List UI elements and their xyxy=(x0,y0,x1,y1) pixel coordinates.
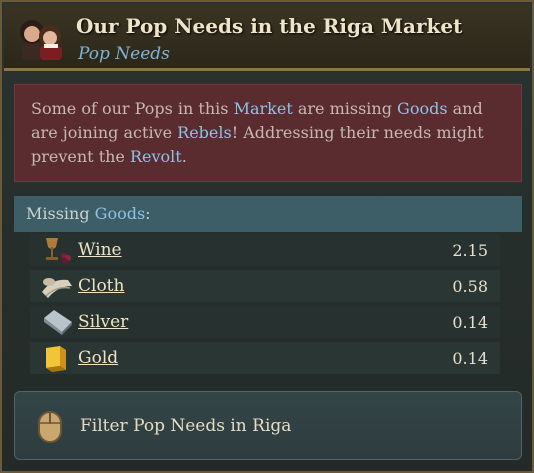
missing-suffix: : xyxy=(145,204,151,223)
goods-name[interactable]: Wine xyxy=(78,240,122,260)
cloth-icon xyxy=(42,278,72,298)
goods-value: 0.14 xyxy=(452,313,488,332)
rebellion-warning: Some of our Pops in this Market are miss… xyxy=(14,84,522,182)
missing-goods-header: Missing Goods: xyxy=(14,196,522,232)
goods-row-wine: Wine 2.15 xyxy=(30,234,500,266)
silver-icon xyxy=(44,310,72,335)
goods-value: 0.58 xyxy=(452,277,488,296)
missing-goods-list: Wine 2.15 Cloth 0.58 Silver 0.14 Gold 0.… xyxy=(30,234,500,378)
missing-label: Missing xyxy=(26,204,95,223)
goods-name[interactable]: Cloth xyxy=(78,276,124,296)
revolt-link[interactable]: Revolt xyxy=(130,147,182,166)
tooltip-title: Our Pop Needs in the Riga Market xyxy=(76,14,463,38)
warning-text: are missing xyxy=(292,99,398,118)
goods-row-silver: Silver 0.14 xyxy=(30,306,500,338)
mouse-icon xyxy=(38,411,62,443)
goods-value: 2.15 xyxy=(452,241,488,260)
pop-portrait-icon xyxy=(20,20,62,60)
pop-needs-tooltip: Our Pop Needs in the Riga Market Pop Nee… xyxy=(0,0,534,473)
rebels-link[interactable]: Rebels xyxy=(177,123,232,142)
goods-name[interactable]: Gold xyxy=(78,348,118,368)
warning-text: . xyxy=(181,147,187,166)
goods-row-cloth: Cloth 0.58 xyxy=(30,270,500,302)
filter-label: Filter Pop Needs in Riga xyxy=(80,416,292,436)
warning-text: Some of our Pops in this xyxy=(31,99,234,118)
tooltip-header: Our Pop Needs in the Riga Market Pop Nee… xyxy=(4,4,530,71)
goods-row-gold: Gold 0.14 xyxy=(30,342,500,374)
goods-name[interactable]: Silver xyxy=(78,312,128,332)
gold-icon xyxy=(46,346,66,372)
market-link[interactable]: Market xyxy=(234,99,293,118)
tooltip-subtitle: Pop Needs xyxy=(78,44,170,64)
goods-link[interactable]: Goods xyxy=(95,204,146,223)
wine-icon xyxy=(46,238,71,264)
goods-link[interactable]: Goods xyxy=(397,99,448,118)
filter-pop-needs-button[interactable]: Filter Pop Needs in Riga xyxy=(14,391,522,460)
goods-value: 0.14 xyxy=(452,349,488,368)
